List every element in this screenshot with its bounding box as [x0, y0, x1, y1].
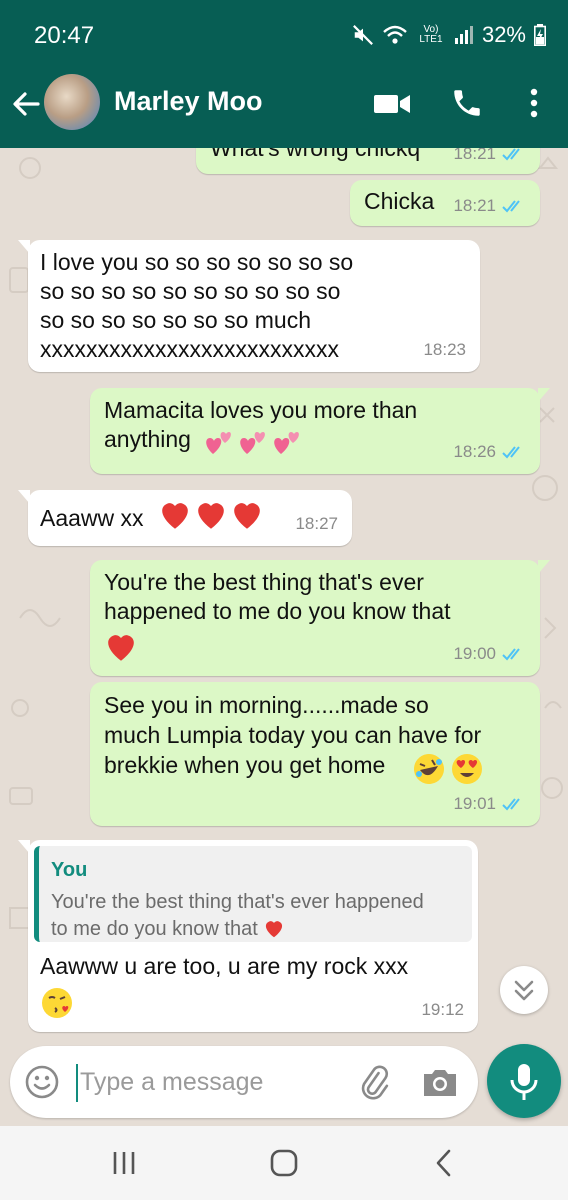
message-meta: 18:26	[453, 437, 526, 466]
red-heart-emoji	[158, 498, 264, 530]
message-time: 18:21	[453, 196, 496, 215]
home-icon[interactable]	[264, 1146, 304, 1180]
message-text: I love you so so so so so so so so so so…	[40, 249, 354, 362]
mute-icon	[353, 25, 373, 45]
two-hearts-emoji	[204, 428, 302, 456]
message-bubble-outgoing[interactable]: Mamacita loves you more than anything 18…	[90, 388, 550, 474]
network-label: Vo) LTE1	[419, 24, 443, 45]
status-icons: Vo) LTE1 32%	[352, 22, 546, 48]
face-blowing-kiss-icon	[42, 988, 72, 1018]
double-chevron-down-icon	[514, 980, 534, 1001]
phone-icon[interactable]	[450, 86, 484, 120]
emoji-icon[interactable]	[24, 1064, 60, 1100]
camera-icon[interactable]	[420, 1064, 460, 1100]
voice-message-button[interactable]	[487, 1044, 561, 1118]
message-meta: 19:00	[453, 639, 526, 668]
message-meta: 18:27	[295, 509, 338, 538]
message-input[interactable]	[80, 1058, 350, 1106]
message-time: 18:23	[423, 340, 466, 359]
signal-icon	[454, 26, 473, 44]
battery-charging-icon	[534, 24, 546, 46]
red-heart-emoji	[108, 635, 134, 661]
red-heart-emoji	[266, 921, 283, 938]
read-ticks-icon	[502, 445, 520, 458]
message-bubble-outgoing[interactable]: What's wrong chickq 18:21	[196, 148, 540, 174]
message-time: 18:26	[453, 442, 496, 461]
back-icon[interactable]	[424, 1146, 464, 1180]
back-arrow-icon[interactable]	[8, 86, 44, 122]
read-ticks-icon	[502, 148, 520, 160]
text-cursor	[76, 1064, 78, 1102]
message-bubble-incoming[interactable]: Aaaww xx 18:27	[18, 490, 352, 546]
quote-body: You're the best thing that's ever happen…	[51, 889, 460, 943]
battery-percent: 32%	[481, 22, 526, 47]
more-vert-icon[interactable]	[522, 84, 546, 122]
message-meta: 19:01	[453, 789, 526, 818]
wifi-icon	[383, 25, 407, 44]
message-meta: 18:21	[453, 191, 526, 220]
read-ticks-icon	[502, 199, 520, 212]
message-text: What's wrong chickq	[210, 148, 421, 161]
message-text: Chicka	[364, 188, 435, 214]
message-meta: 18:23	[423, 335, 466, 364]
message-bubble-incoming[interactable]: You You're the best thing that's ever ha…	[18, 840, 478, 1032]
message-time: 19:00	[453, 644, 496, 663]
mic-icon	[510, 1064, 538, 1100]
attach-icon[interactable]	[356, 1064, 392, 1100]
chat-header: Marley Moo	[0, 58, 568, 148]
message-time: 18:21	[453, 148, 496, 163]
message-time: 18:27	[295, 514, 338, 533]
status-time: 20:47	[34, 22, 95, 49]
heart-eyes-icon	[452, 754, 482, 784]
message-list[interactable]: What's wrong chickq 18:21 Chicka 18:21 I…	[0, 148, 568, 1043]
message-text: You're the best thing that's ever happen…	[104, 569, 451, 624]
message-bubble-outgoing[interactable]: See you in morning......made so much Lum…	[90, 682, 540, 826]
contact-name[interactable]: Marley Moo	[114, 86, 263, 117]
message-time: 19:01	[453, 794, 496, 813]
rolling-laughing-icon	[414, 754, 444, 784]
message-bubble-incoming[interactable]: I love you so so so so so so so so so so…	[18, 240, 480, 372]
scroll-to-bottom-button[interactable]	[500, 966, 548, 1014]
quoted-message[interactable]: You You're the best thing that's ever ha…	[34, 846, 472, 942]
read-ticks-icon	[502, 797, 520, 810]
message-composer	[10, 1046, 478, 1118]
video-call-icon[interactable]	[372, 88, 412, 120]
read-ticks-icon	[502, 647, 520, 660]
message-text: Aaaww xx	[40, 505, 144, 531]
quote-text: You're the best thing that's ever happen…	[51, 891, 424, 940]
system-nav-bar	[0, 1126, 568, 1200]
message-meta: 19:12	[421, 995, 464, 1024]
message-bubble-outgoing[interactable]: Chicka 18:21	[350, 180, 540, 226]
message-meta: 18:21	[453, 148, 526, 168]
recents-icon[interactable]	[104, 1146, 144, 1180]
quote-author: You	[51, 859, 88, 881]
message-time: 19:12	[421, 1000, 464, 1019]
avatar[interactable]	[44, 74, 100, 130]
message-text: Aawww u are too, u are my rock xxx	[40, 953, 409, 979]
message-bubble-outgoing[interactable]: You're the best thing that's ever happen…	[90, 560, 550, 676]
laughing-emoji	[412, 752, 484, 786]
